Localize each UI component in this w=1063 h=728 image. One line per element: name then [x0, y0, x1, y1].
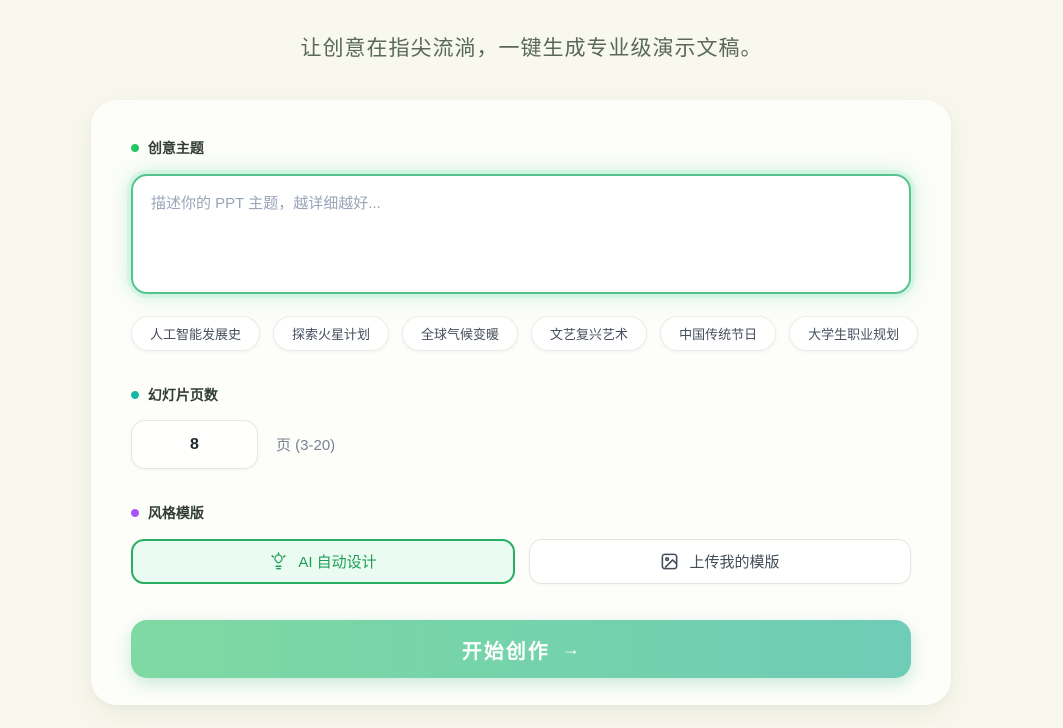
upload-template-label: 上传我的模版 [689, 551, 779, 572]
style-template-label: 风格模版 [131, 503, 911, 523]
lightbulb-icon [269, 552, 288, 571]
chip-suggestion[interactable]: 文艺复兴艺术 [531, 316, 647, 351]
ppt-generator-card: 创意主题 人工智能发展史 探索火星计划 全球气候变暖 文艺复兴艺术 中国传统节日… [91, 100, 951, 705]
upload-template-button[interactable]: 上传我的模版 [529, 539, 911, 584]
image-icon [660, 552, 679, 571]
page-count-hint: 页 (3-20) [276, 434, 335, 455]
start-create-button[interactable]: 开始创作 → [131, 620, 911, 678]
teal-dot-icon [131, 391, 139, 399]
style-template-label-text: 风格模版 [148, 503, 204, 523]
page-count-row: 页 (3-20) [131, 420, 911, 469]
chip-suggestion[interactable]: 中国传统节日 [660, 316, 776, 351]
page-title: 让创意在指尖流淌，一键生成专业级演示文稿。 [0, 0, 1063, 62]
page-count-label: 幻灯片页数 [131, 385, 911, 405]
chip-suggestion[interactable]: 全球气候变暖 [402, 316, 518, 351]
topic-suggestion-chips: 人工智能发展史 探索火星计划 全球气候变暖 文艺复兴艺术 中国传统节日 大学生职… [131, 316, 911, 351]
topic-input[interactable] [131, 174, 911, 294]
topic-label: 创意主题 [131, 138, 911, 158]
ai-auto-design-label: AI 自动设计 [298, 551, 376, 572]
ai-auto-design-button[interactable]: AI 自动设计 [131, 539, 515, 584]
arrow-right-icon: → [562, 639, 580, 660]
topic-label-text: 创意主题 [148, 138, 204, 158]
chip-suggestion[interactable]: 大学生职业规划 [789, 316, 918, 351]
purple-dot-icon [131, 509, 139, 517]
page-count-input[interactable] [131, 420, 258, 469]
start-create-label: 开始创作 [462, 635, 550, 664]
style-template-options: AI 自动设计 上传我的模版 [131, 539, 911, 584]
chip-suggestion[interactable]: 探索火星计划 [273, 316, 389, 351]
chip-suggestion[interactable]: 人工智能发展史 [131, 316, 260, 351]
green-dot-icon [131, 144, 139, 152]
page-count-label-text: 幻灯片页数 [148, 385, 218, 405]
